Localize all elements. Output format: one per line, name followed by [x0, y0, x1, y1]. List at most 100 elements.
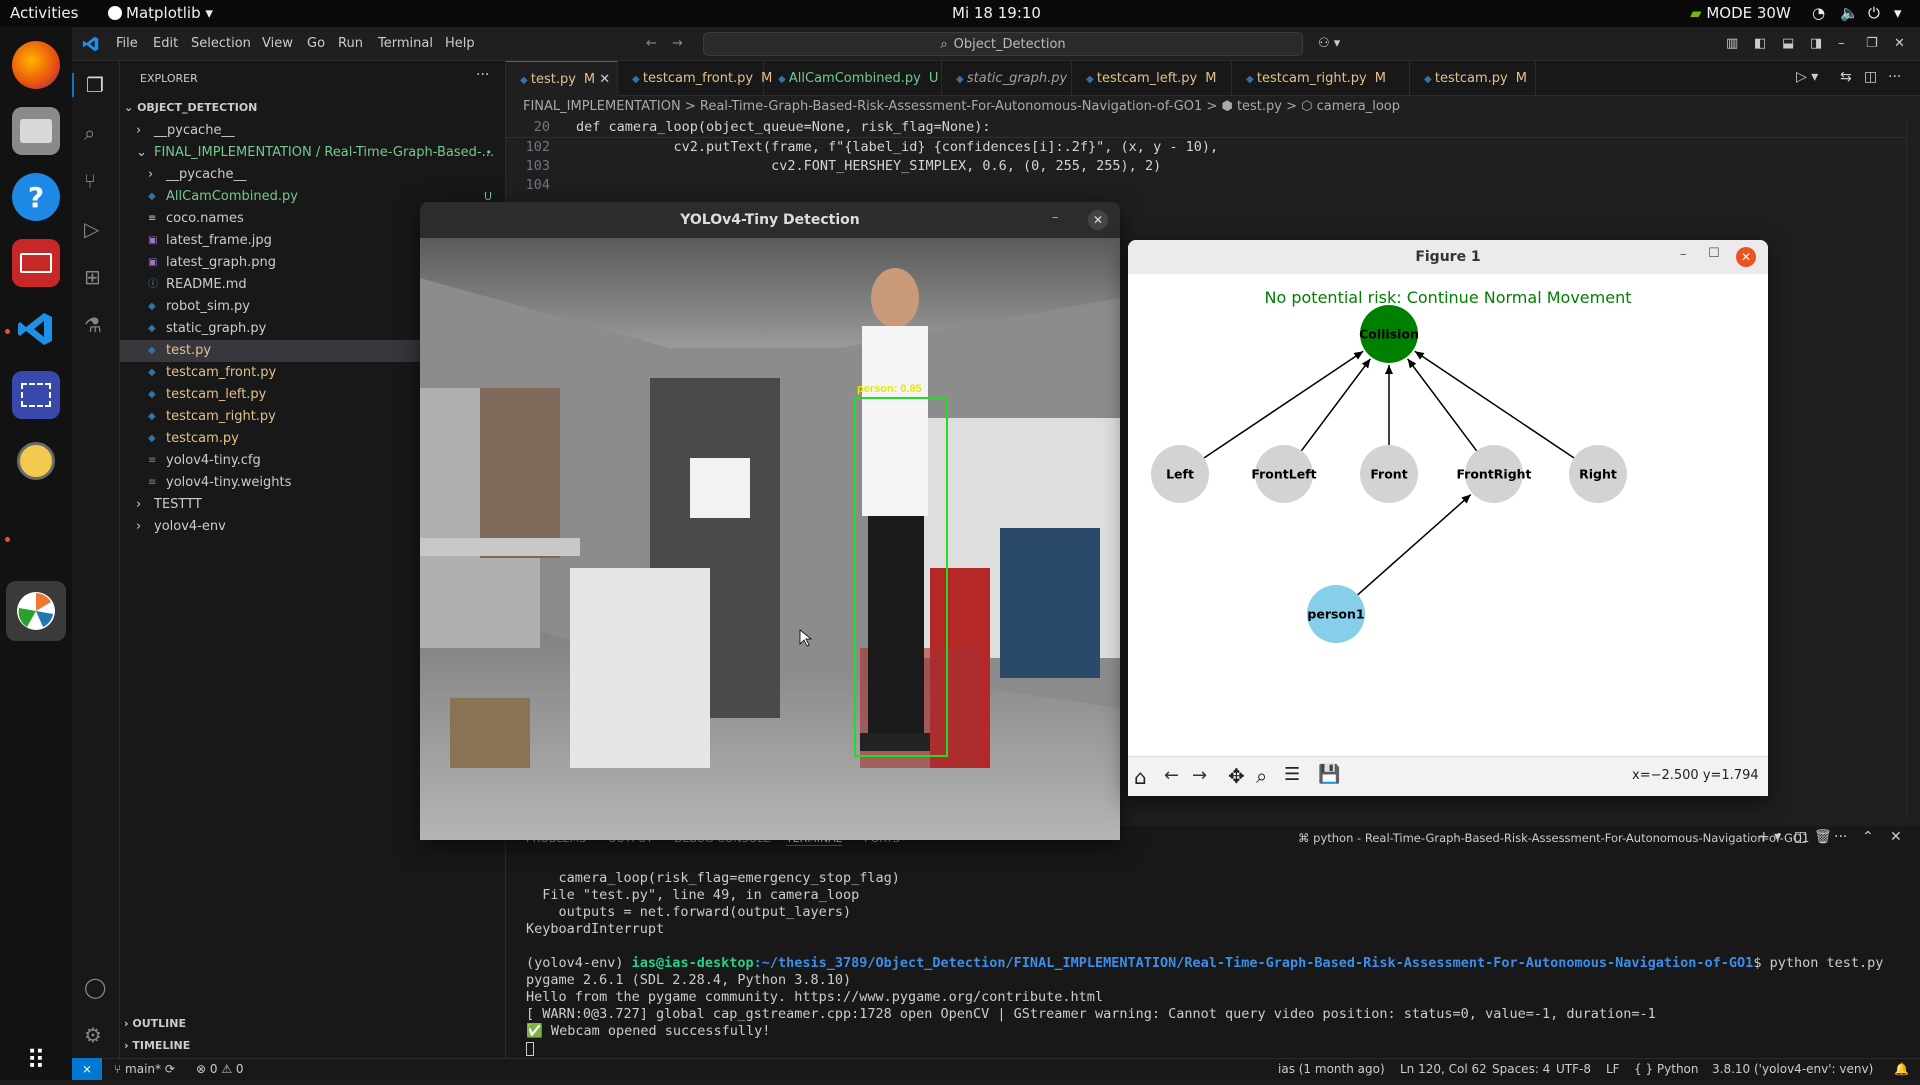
minimize-icon[interactable]: –	[1680, 247, 1687, 262]
files-icon[interactable]	[12, 107, 60, 155]
timeline-section[interactable]: › TIMELINE	[124, 1039, 190, 1052]
editor-tab[interactable]: ◆ test.py M ✕	[506, 61, 618, 96]
search-icon[interactable]: ⌕	[84, 121, 108, 145]
layout-icon[interactable]: ▥	[1726, 36, 1738, 51]
close-tab-icon[interactable]: ✕	[595, 72, 610, 87]
wifi-icon[interactable]: ◔	[1812, 4, 1825, 22]
split-editor-icon[interactable]: ◫	[1864, 69, 1877, 85]
minimize-icon[interactable]: –	[1838, 36, 1845, 51]
run-debug-icon[interactable]: ▷	[84, 217, 108, 241]
notifications-icon[interactable]: 🔔	[1894, 1062, 1909, 1076]
line-ending[interactable]: LF	[1606, 1062, 1620, 1076]
help-icon[interactable]: ?	[12, 173, 60, 221]
more-actions-icon[interactable]: ···	[1834, 829, 1847, 845]
git-branch[interactable]: ⑂ main* ⟳	[114, 1062, 175, 1076]
close-icon[interactable]: ✕	[1894, 36, 1905, 51]
new-terminal-icon[interactable]: + ▾	[1758, 829, 1781, 845]
risk-graph-plot[interactable]: No potential risk: Continue Normal Movem…	[1128, 274, 1768, 756]
home-icon[interactable]: ⌂	[1134, 765, 1147, 789]
vscode-icon[interactable]	[12, 305, 60, 353]
explorer-icon[interactable]: ❐	[72, 73, 120, 97]
testing-icon[interactable]: ⚗	[84, 313, 108, 337]
window-title[interactable]: YOLOv4-Tiny Detection	[420, 202, 1120, 238]
chevron-down-icon[interactable]: ▾	[1894, 4, 1902, 22]
app-menu[interactable]: Matplotlib ▾	[108, 4, 213, 22]
menu-terminal[interactable]: Terminal	[378, 36, 433, 51]
maximize-icon[interactable]: ❐	[1866, 36, 1878, 51]
tree-folder[interactable]: ⌄ FINAL_IMPLEMENTATION / Real-Time-Graph-…	[120, 142, 506, 164]
command-center-search[interactable]: ⌕ Object_Detection	[703, 32, 1303, 56]
toggle-panel-icon[interactable]: ⬓	[1782, 36, 1794, 51]
power-icon[interactable]: ⏻	[1868, 4, 1880, 22]
pan-icon[interactable]: ✥	[1228, 764, 1245, 788]
remote-indicator[interactable]: ⨯	[72, 1058, 102, 1080]
menu-selection[interactable]: Selection	[191, 36, 251, 51]
forward-arrow-icon[interactable]: →	[1192, 765, 1207, 786]
editor-tab[interactable]: ◆ testcam_left.py M	[1072, 61, 1232, 96]
toggle-sidebar-icon[interactable]: ◧	[1754, 36, 1766, 51]
git-blame[interactable]: ias (1 month ago)	[1278, 1062, 1385, 1076]
settings-gear-icon[interactable]: ⚙	[84, 1023, 108, 1047]
tree-folder[interactable]: › __pycache__	[120, 164, 506, 186]
volume-icon[interactable]: 🔈	[1840, 4, 1859, 22]
app-grid-icon[interactable]: ⠿	[12, 1037, 60, 1085]
screenshot-icon[interactable]	[12, 371, 60, 419]
menu-file[interactable]: File	[116, 36, 138, 51]
indentation[interactable]: Spaces: 4	[1492, 1062, 1550, 1076]
maximize-panel-icon[interactable]: ⌃	[1862, 829, 1874, 845]
editor-tab[interactable]: ◆ testcam.py M	[1410, 61, 1536, 96]
account-icon[interactable]: ◯	[84, 975, 108, 999]
workspace-root[interactable]: ⌄ OBJECT_DETECTION	[124, 101, 257, 114]
encoding[interactable]: UTF-8	[1556, 1062, 1591, 1076]
problems-count[interactable]: ⊗ 0 ⚠ 0	[196, 1062, 244, 1076]
editor-scrollbar[interactable]	[1906, 118, 1920, 818]
save-icon[interactable]: 💾	[1318, 764, 1340, 785]
close-panel-icon[interactable]: ✕	[1890, 829, 1902, 845]
menu-edit[interactable]: Edit	[153, 36, 178, 51]
more-actions-icon[interactable]: ···	[1888, 69, 1901, 85]
more-actions-icon[interactable]: ···	[476, 67, 489, 83]
terminal[interactable]: camera_loop(risk_flag=emergency_stop_fla…	[506, 850, 1920, 1064]
zoom-icon[interactable]: ⌕	[1256, 764, 1267, 788]
line-number: 20	[533, 119, 550, 135]
copilot-icon[interactable]: ⚇ ▾	[1318, 36, 1340, 51]
toggle-secondary-sidebar-icon[interactable]: ◨	[1810, 36, 1822, 51]
menu-help[interactable]: Help	[445, 36, 475, 51]
editor-tab[interactable]: ◆ static_graph.py	[942, 61, 1072, 96]
outline-section[interactable]: › OUTLINE	[124, 1017, 186, 1030]
close-icon[interactable]: ✕	[1088, 210, 1108, 230]
split-terminal-icon[interactable]: ◫	[1794, 829, 1807, 845]
extensions-icon[interactable]: ⊞	[84, 265, 108, 289]
editor-tab[interactable]: ◆ testcam_right.py M	[1232, 61, 1410, 96]
power-mode-indicator[interactable]: ▰ MODE 30W	[1690, 4, 1791, 22]
compare-icon[interactable]: ⇆	[1840, 69, 1852, 85]
minimize-icon[interactable]: –	[1052, 210, 1059, 225]
run-python-icon[interactable]: ▷ ▾	[1796, 69, 1818, 85]
maximize-icon[interactable]: ☐	[1708, 246, 1720, 261]
back-arrow-icon[interactable]: ←	[1164, 765, 1179, 786]
window-title[interactable]: Figure 1	[1128, 240, 1768, 274]
app-icon-red[interactable]	[12, 239, 60, 287]
editor-tab[interactable]: ◆ AllCamCombined.py U	[764, 61, 942, 96]
terminal-instance[interactable]: ⌘ python - Real-Time-Graph-Based-Risk-As…	[1298, 831, 1809, 845]
breadcrumb[interactable]: FINAL_IMPLEMENTATION > Real-Time-Graph-B…	[506, 96, 1920, 118]
trash-icon[interactable]: 🗑	[1814, 829, 1832, 845]
source-control-icon[interactable]: ⑂	[84, 169, 108, 193]
forward-arrow-icon[interactable]: →	[672, 36, 683, 51]
back-arrow-icon[interactable]: ←	[646, 36, 657, 51]
configure-subplots-icon[interactable]: ☰	[1284, 764, 1300, 785]
firefox-icon[interactable]	[12, 41, 60, 89]
interpreter[interactable]: 3.8.10 ('yolov4-env': venv)	[1712, 1062, 1873, 1076]
menu-go[interactable]: Go	[307, 36, 325, 51]
activities-button[interactable]: Activities	[10, 4, 78, 22]
matplotlib-icon[interactable]	[6, 581, 66, 641]
tree-folder[interactable]: › __pycache__	[120, 120, 506, 142]
editor-tab[interactable]: ◆ testcam_front.py M	[618, 61, 772, 96]
clock[interactable]: Mi 18 19:10	[952, 4, 1041, 22]
cursor-position[interactable]: Ln 120, Col 62	[1400, 1062, 1487, 1076]
python-snake-icon[interactable]	[12, 437, 60, 485]
language-mode[interactable]: { } Python	[1634, 1062, 1699, 1076]
menu-run[interactable]: Run	[338, 36, 363, 51]
close-icon[interactable]: ✕	[1736, 247, 1756, 267]
menu-view[interactable]: View	[262, 36, 293, 51]
